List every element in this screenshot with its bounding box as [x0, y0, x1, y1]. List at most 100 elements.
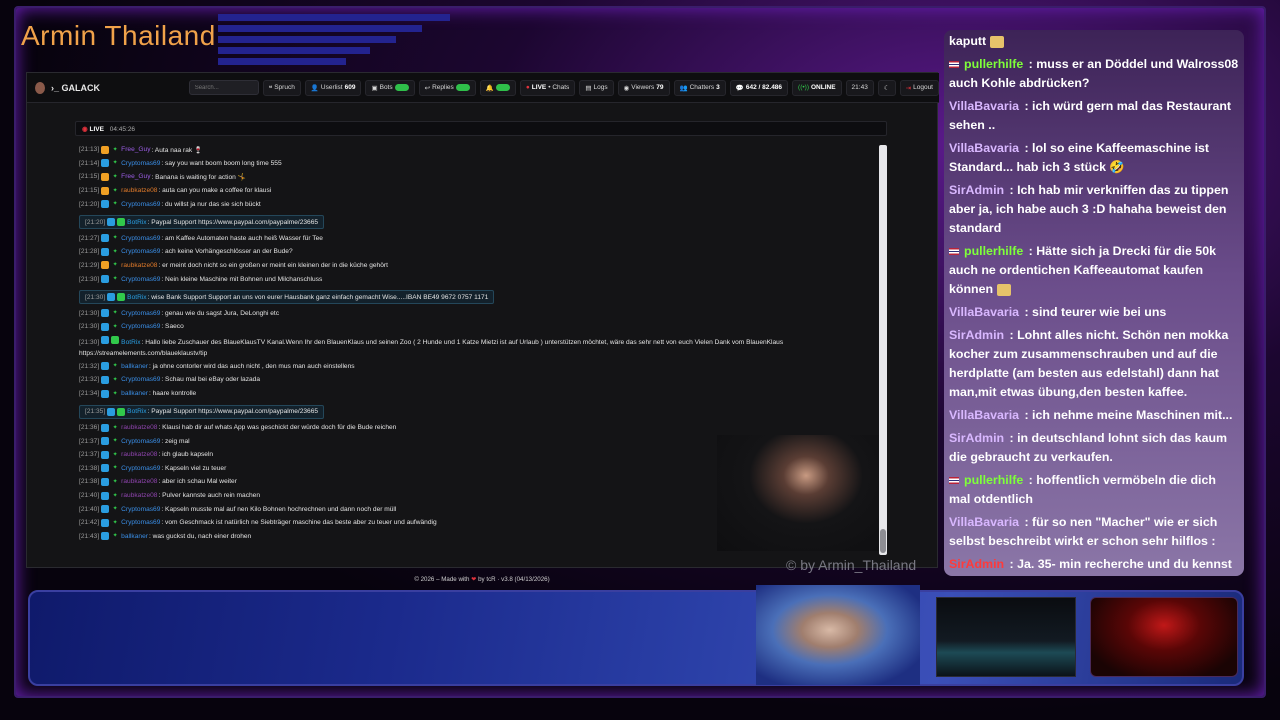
chat-username[interactable]: Cryptomas69: [121, 248, 160, 255]
badge-icon: [101, 477, 110, 486]
watermark: © by Armin_Thailand: [786, 557, 917, 573]
chat-text: : Paypal Support https://www.paypal.com/…: [147, 408, 319, 416]
reply-icon: ↩: [424, 84, 431, 92]
platform-icon: ✦: [112, 146, 118, 153]
timestamp: [21:42]: [79, 519, 100, 527]
chat-username[interactable]: Cryptomas69: [121, 201, 160, 208]
timestamp: [21:30]: [79, 338, 100, 346]
chat-username[interactable]: Cryptomas69: [121, 519, 160, 526]
badge-icon: [101, 450, 110, 459]
platform-icon: ✦: [112, 465, 118, 472]
chat-username[interactable]: ballkaner: [121, 533, 148, 540]
platform-icon: ✦: [112, 323, 118, 330]
overlay-username: SirAdmin: [949, 328, 1005, 342]
timestamp: [21:15]: [79, 187, 100, 195]
badge-icon: [101, 532, 110, 541]
chat-text: : du willst ja nur das sie sich bückt: [161, 200, 261, 208]
chat-username[interactable]: raubkatze08: [121, 451, 157, 458]
chat-username[interactable]: Cryptomas69: [121, 465, 160, 472]
platform-icon: ✦: [112, 506, 118, 513]
chat-message: [21:32] ✦ ballkaner: ja ohne contorler wir…: [75, 360, 883, 374]
overlay-username: VillaBavaria: [949, 141, 1020, 155]
chat-username[interactable]: Cryptomas69: [121, 376, 160, 383]
toggle-switch[interactable]: [394, 84, 409, 91]
chat-text: : Nein kleine Maschine mit Bohnen und Mi…: [161, 275, 323, 283]
chat-text: : ja ohne contorler wird das auch nicht …: [148, 362, 355, 370]
chat-username[interactable]: BotRix: [127, 219, 146, 226]
logout-button[interactable]: ⇥ Logout: [899, 79, 939, 96]
badge-icon: [101, 247, 110, 256]
chat-username[interactable]: ballkaner: [121, 390, 148, 397]
toggle-switch[interactable]: [455, 84, 470, 91]
overlay-chat-message: VillaBavaria : sind teurer wie bei uns: [949, 303, 1239, 322]
timestamp: [21:37]: [79, 451, 100, 459]
stream-overlay: Armin Thailand ›_ GALACK ❝Spruch 👤Userli…: [0, 0, 1280, 720]
bots-toggle[interactable]: ▣ Bots: [365, 79, 415, 96]
chat-username[interactable]: raubkatze08: [121, 424, 157, 431]
sound-toggle[interactable]: 🔔: [479, 79, 516, 96]
chat-username[interactable]: Cryptomas69: [121, 323, 160, 330]
chat-username[interactable]: ballkaner: [121, 363, 148, 370]
chat-icon: 💬: [735, 84, 744, 92]
timestamp: [21:38]: [79, 464, 100, 472]
overlay-username: VillaBavaria: [949, 408, 1020, 422]
chat-username[interactable]: Cryptomas69: [121, 276, 160, 283]
top-toolbar: ›_ GALACK ❝Spruch 👤Userlist609 ▣Bots ↩Re…: [27, 73, 939, 103]
logs-button[interactable]: ▤ Logs: [579, 79, 614, 96]
viewers-counter[interactable]: ◉ Viewers 79: [617, 79, 670, 96]
userlist-button[interactable]: 👤 Userlist 609: [304, 79, 362, 96]
live-filter[interactable]: ● LIVE • Chats: [519, 79, 576, 96]
overlay-chat-message: VillaBavaria : für so nen "Macher" wie e…: [949, 513, 1239, 551]
chat-username[interactable]: Free_Guy: [121, 146, 150, 153]
overlay-chat-text: : sind teurer wie bei uns: [1021, 305, 1167, 319]
platform-icon: ✦: [112, 310, 118, 317]
chat-username[interactable]: BotRix: [127, 294, 146, 301]
spruch-button[interactable]: ❝ Spruch: [262, 79, 301, 96]
clock: 21:43: [845, 79, 874, 96]
chat-username[interactable]: Cryptomas69: [121, 506, 160, 513]
emote-icon: [997, 283, 1012, 296]
chat-message: [21:30] ✦ Cryptomas69: Saeco: [75, 320, 883, 334]
overlay-chat-message: VillaBavaria : lol so eine Kaffeemaschin…: [949, 139, 1239, 177]
timestamp: [21:20]: [79, 200, 100, 208]
chat-username[interactable]: raubkatze08: [121, 478, 157, 485]
platform-icon: ✦: [112, 519, 118, 526]
toggle-switch[interactable]: [495, 84, 510, 91]
badge-icon: [101, 200, 110, 209]
camera-pool: [936, 597, 1076, 677]
platform-icon: ✦: [112, 451, 118, 458]
timestamp: [21:27]: [79, 234, 100, 242]
eye-icon: ◉: [623, 84, 630, 92]
timestamp: [21:30]: [79, 309, 100, 317]
webcam-feed: [756, 585, 920, 685]
chat-username[interactable]: BotRix: [127, 408, 146, 415]
chat-username[interactable]: Cryptomas69: [121, 438, 160, 445]
search-input[interactable]: [188, 80, 259, 95]
chat-username[interactable]: BotRix: [121, 339, 140, 346]
platform-icon: ✦: [112, 248, 118, 255]
heart-icon: ❤: [471, 576, 477, 583]
chat-username[interactable]: raubkatze08: [121, 492, 157, 499]
avatar[interactable]: [35, 81, 45, 94]
platform-icon: ✦: [112, 478, 118, 485]
bell-icon: 🔔: [485, 84, 494, 92]
timestamp: [21:30]: [85, 293, 106, 301]
scrollbar-thumb[interactable]: [880, 529, 886, 553]
chat-username[interactable]: Free_Guy: [121, 173, 150, 180]
bot-icon: ▣: [371, 84, 378, 92]
chatters-counter[interactable]: 👥 Chatters 3: [673, 79, 726, 96]
chat-username[interactable]: Cryptomas69: [121, 310, 160, 317]
chat-message: [21:15] ✦ Free_Guy: Banana is waiting for …: [75, 170, 883, 184]
chat-message: [21:30] ✦ Cryptomas69: Nein kleine Maschin…: [75, 272, 883, 286]
user-icon: 👤: [310, 84, 319, 92]
chat-text: : auta can you make a coffee for klausi: [158, 187, 272, 195]
replies-toggle[interactable]: ↩ Replies: [418, 79, 476, 96]
overlay-chat-message: VillaBavaria : ich nehme meine Maschinen…: [949, 406, 1239, 425]
theme-toggle[interactable]: ☾: [877, 79, 896, 96]
chat-username[interactable]: Cryptomas69: [121, 235, 160, 242]
chat-message: [21:13] ✦ Free_Guy: Auta naa rak 🍷: [75, 143, 883, 157]
chat-username[interactable]: raubkatze08: [121, 187, 157, 194]
chat-username[interactable]: Cryptomas69: [121, 160, 160, 167]
chat-username[interactable]: raubkatze08: [121, 262, 157, 269]
chat-scrollbar[interactable]: [879, 145, 887, 555]
